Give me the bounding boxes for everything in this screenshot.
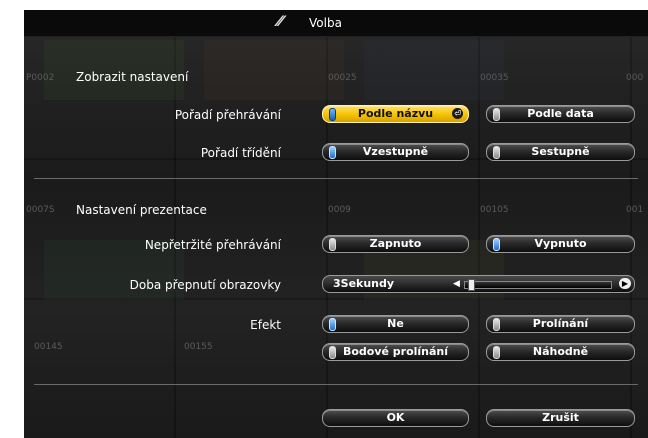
switch-time-value: 3Sekundy: [333, 277, 395, 290]
radio-indicator: [329, 346, 336, 359]
slider-thumb[interactable]: [468, 279, 475, 291]
option-off-button[interactable]: Vypnuto: [486, 235, 635, 253]
option-descending-label: Sestupně: [531, 145, 590, 158]
radio-indicator: [329, 318, 336, 331]
option-by-date-label: Podle data: [527, 107, 594, 120]
option-by-name-label: Podle názvu: [357, 107, 434, 120]
slider-track[interactable]: [464, 279, 612, 291]
switch-time-label: Doba přepnutí obrazovky: [129, 278, 281, 292]
effect-none-label: Ne: [387, 317, 404, 330]
background-number: P0002: [26, 73, 55, 83]
radio-indicator: [493, 108, 500, 121]
radio-indicator: [329, 238, 336, 251]
background-number: 0009: [328, 205, 351, 215]
option-by-name-button[interactable]: Podle názvu ⏎: [322, 105, 469, 123]
background-number: 00035: [480, 73, 509, 83]
enter-icon: ⏎: [452, 108, 463, 119]
slideshow-options-panel: P0002 00025 00035 000 0007S 0009 00105 0…: [24, 10, 648, 438]
background-number: 001: [626, 205, 644, 215]
section-display-settings: Zobrazit nastavení: [76, 70, 189, 84]
option-on-button[interactable]: Zapnuto: [322, 235, 469, 253]
ok-button[interactable]: OK: [322, 409, 469, 427]
option-on-label: Zapnuto: [369, 237, 422, 250]
background-number: 00025: [328, 73, 357, 83]
radio-indicator: [493, 146, 500, 159]
radio-indicator: [329, 146, 336, 159]
switch-time-slider[interactable]: 3Sekundy ◀ ▶: [322, 275, 635, 293]
effect-random-button[interactable]: Náhodně: [486, 343, 635, 361]
section-divider: [34, 384, 638, 385]
wand-icon: ⁄⁄: [278, 14, 283, 30]
effect-none-button[interactable]: Ne: [322, 315, 469, 333]
cancel-button[interactable]: Zrušit: [486, 409, 635, 427]
radio-indicator: [493, 346, 500, 359]
effect-dissolve-label: Prolínání: [532, 317, 589, 330]
effect-dissolve-button[interactable]: Prolínání: [486, 315, 635, 333]
background-number: 00145: [34, 342, 63, 352]
effect-spot-dissolve-label: Bodové prolínání: [342, 345, 449, 358]
effect-random-label: Náhodně: [532, 345, 589, 358]
option-off-label: Vypnuto: [534, 237, 587, 250]
radio-indicator: [329, 108, 336, 121]
background-thumbnail: [204, 40, 344, 100]
playback-order-label: Pořadí přehrávání: [174, 108, 281, 122]
radio-indicator: [493, 238, 500, 251]
background-number: 00105: [480, 205, 509, 215]
window-title: Volba: [309, 16, 342, 30]
effect-label: Efekt: [250, 318, 281, 332]
effect-spot-dissolve-button[interactable]: Bodové prolínání: [322, 343, 469, 361]
option-by-date-button[interactable]: Podle data: [486, 105, 635, 123]
option-ascending-button[interactable]: Vzestupně: [322, 143, 469, 161]
continuous-playback-label: Nepřetržité přehrávání: [144, 238, 281, 252]
cancel-label: Zrušit: [542, 411, 579, 424]
section-presentation-settings: Nastavení prezentace: [76, 203, 207, 217]
section-divider: [34, 178, 638, 179]
slider-increase-icon[interactable]: ▶: [619, 278, 631, 289]
sort-order-label: Pořadí třídění: [200, 146, 281, 160]
slider-decrease-icon[interactable]: ◀: [453, 278, 460, 290]
background-thumbnail: [364, 40, 504, 100]
background-number: 0007S: [26, 205, 55, 215]
radio-indicator: [493, 318, 500, 331]
title-bar: ⁄⁄ Volba: [24, 10, 648, 37]
ok-label: OK: [386, 411, 405, 424]
background-number: 000: [626, 73, 644, 83]
background-number: 00155: [184, 342, 213, 352]
option-ascending-label: Vzestupně: [362, 145, 429, 158]
option-descending-button[interactable]: Sestupně: [486, 143, 635, 161]
